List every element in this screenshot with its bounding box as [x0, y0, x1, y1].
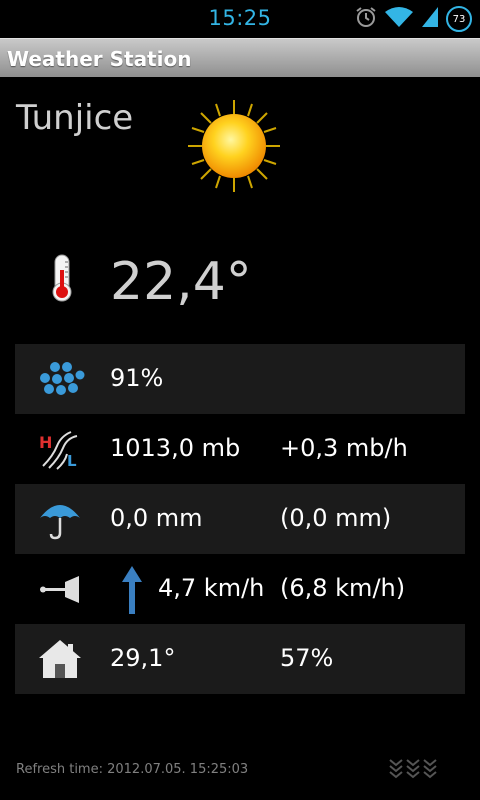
pressure-row: H L 1013,0 mb +0,3 mb/h	[15, 414, 465, 484]
pressure-value: 1013,0 mb	[110, 434, 241, 462]
house-icon	[37, 638, 83, 680]
status-icons: 73	[354, 5, 472, 33]
humidity-value: 91%	[110, 364, 164, 392]
indoor-humidity: 57%	[280, 644, 334, 672]
expand-chevrons-icon[interactable]	[388, 757, 440, 783]
location-name: Tunjice	[16, 98, 134, 138]
rain-total: (0,0 mm)	[280, 504, 392, 532]
app-title: Weather Station	[7, 47, 192, 71]
thermometer-icon	[49, 254, 75, 306]
svg-text:H: H	[39, 433, 52, 452]
battery-icon: 73	[446, 6, 472, 32]
temperature-value: 22,4°	[110, 252, 252, 312]
refresh-time: Refresh time: 2012.07.05. 15:25:03	[16, 762, 249, 777]
pressure-trend: +0,3 mb/h	[280, 434, 408, 462]
humidity-row: 91%	[15, 344, 465, 414]
pressure-map-icon: H L	[37, 428, 83, 470]
umbrella-icon	[37, 498, 83, 540]
status-bar: 15:25 73	[0, 0, 480, 38]
indoor-row: 29,1° 57%	[15, 624, 465, 694]
indoor-temperature: 29,1°	[110, 644, 176, 672]
sun-icon	[186, 98, 282, 198]
wind-speed: 4,7 km/h	[158, 574, 265, 602]
signal-icon	[420, 5, 440, 33]
humidity-drops-icon	[37, 358, 85, 400]
rain-row: 0,0 mm (0,0 mm)	[15, 484, 465, 554]
alarm-icon	[354, 5, 378, 33]
rain-value: 0,0 mm	[110, 504, 203, 532]
title-bar: Weather Station	[0, 38, 480, 77]
wifi-icon	[384, 5, 414, 33]
wind-row: 4,7 km/h (6,8 km/h)	[15, 554, 465, 624]
wind-gust: (6,8 km/h)	[280, 574, 406, 602]
temperature-row: 22,4°	[0, 248, 480, 312]
wind-vane-icon	[37, 568, 83, 610]
wind-direction-arrow-icon	[121, 566, 143, 618]
svg-text:L: L	[67, 452, 77, 470]
